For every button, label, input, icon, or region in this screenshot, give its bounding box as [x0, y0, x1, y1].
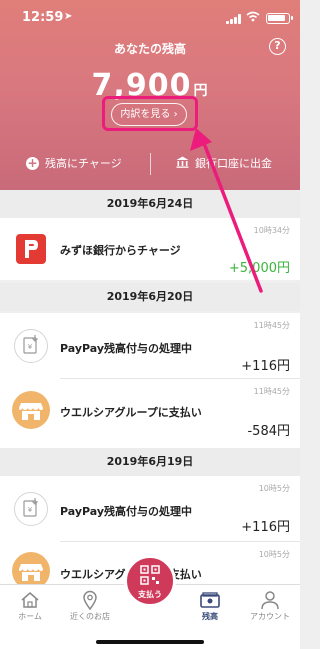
wallet-icon [180, 589, 240, 611]
tab-label: ホーム [18, 612, 42, 621]
tab-home[interactable]: ホーム [0, 589, 60, 622]
tab-account[interactable]: アカウント [240, 589, 300, 622]
pay-button[interactable]: 支払う [124, 555, 176, 607]
qr-icon [140, 565, 160, 585]
annotation-arrow [190, 128, 263, 293]
home-indicator [96, 640, 204, 644]
tab-label: 近くのお店 [70, 612, 110, 621]
map-pin-icon [60, 589, 120, 611]
tab-label: アカウント [250, 612, 290, 621]
pay-label: 支払う [138, 590, 162, 599]
tab-balance[interactable]: 残高 [180, 589, 240, 622]
home-icon [0, 589, 60, 611]
tab-label: 残高 [202, 612, 218, 621]
person-icon [240, 589, 300, 611]
tab-nearby[interactable]: 近くのお店 [60, 589, 120, 622]
